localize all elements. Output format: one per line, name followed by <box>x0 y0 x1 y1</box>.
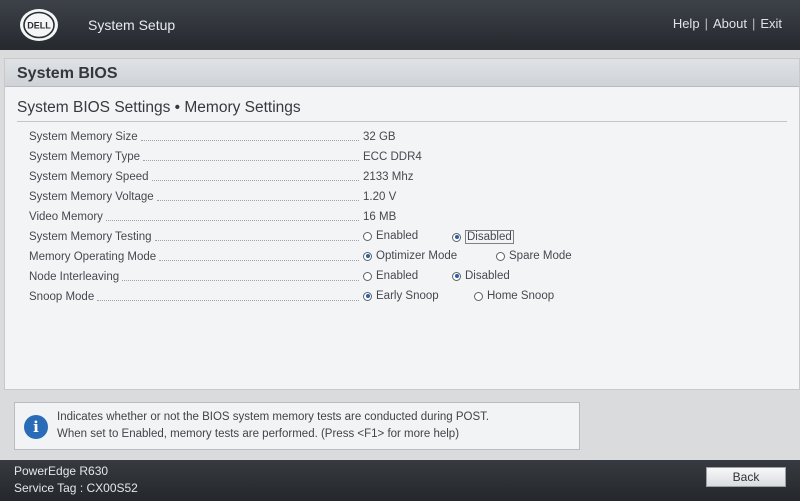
app-title: System Setup <box>88 17 176 33</box>
setting-label: System Memory Testing <box>29 231 152 243</box>
setting-label: System Memory Size <box>29 131 138 143</box>
radio-node-interleaving-disabled[interactable]: Disabled <box>452 270 510 282</box>
radio-node-interleaving-enabled[interactable]: Enabled <box>363 270 418 282</box>
row-memory-voltage: System Memory Voltage 1.20 V <box>5 189 799 209</box>
setting-value: 1.20 V <box>363 191 397 203</box>
radio-selected-icon <box>363 291 372 301</box>
setting-value: ECC DDR4 <box>363 151 422 163</box>
row-memory-size: System Memory Size 32 GB <box>5 129 799 149</box>
exit-link[interactable]: Exit <box>760 16 782 31</box>
panel-header: System BIOS <box>5 59 799 87</box>
service-tag: Service Tag : CX00S52 <box>14 481 138 495</box>
help-text-line-1: Indicates whether or not the BIOS system… <box>57 411 490 423</box>
radio-optimizer-mode[interactable]: Optimizer Mode <box>363 250 457 262</box>
radio-icon <box>474 291 483 301</box>
radio-label: Early Snoop <box>376 290 439 302</box>
radio-selected-icon <box>363 251 372 261</box>
setting-label: Node Interleaving <box>29 271 120 283</box>
setting-label: System Memory Speed <box>29 171 149 183</box>
section-divider <box>17 121 787 122</box>
dell-logo: DELL <box>20 9 58 41</box>
setting-value: 2133 Mhz <box>363 171 414 183</box>
radio-early-snoop[interactable]: Early Snoop <box>363 290 439 302</box>
radio-label: Spare Mode <box>509 250 572 262</box>
row-node-interleaving: Node Interleaving Enabled Disabled <box>5 269 799 289</box>
about-link[interactable]: About <box>713 16 747 31</box>
link-separator: | <box>751 16 756 31</box>
row-video-memory: Video Memory 16 MB <box>5 209 799 229</box>
row-snoop-mode: Snoop Mode Early Snoop Home Snoop <box>5 289 799 309</box>
link-separator: | <box>704 16 708 31</box>
row-memory-speed: System Memory Speed 2133 Mhz <box>5 169 799 189</box>
radio-label: Enabled <box>376 270 419 282</box>
radio-icon <box>363 231 372 241</box>
radio-home-snoop[interactable]: Home Snoop <box>474 290 554 302</box>
setting-label: Video Memory <box>29 211 103 223</box>
back-button[interactable]: Back <box>706 467 786 487</box>
row-memory-type: System Memory Type ECC DDR4 <box>5 149 799 169</box>
radio-selected-icon <box>452 232 461 242</box>
radio-label: Enabled <box>376 230 419 242</box>
help-link[interactable]: Help <box>673 16 700 31</box>
section-title: System BIOS Settings • Memory Settings <box>17 99 301 116</box>
radio-label: Disabled <box>465 270 510 282</box>
system-model: PowerEdge R630 <box>14 464 109 478</box>
setting-label: Memory Operating Mode <box>29 251 157 263</box>
setting-label: System Memory Voltage <box>29 191 154 203</box>
panel-title: System BIOS <box>17 65 118 82</box>
radio-memory-testing-enabled[interactable]: Enabled <box>363 230 418 242</box>
radio-icon <box>363 271 372 281</box>
top-bar: DELL System Setup Help | About | Exit <box>0 0 800 50</box>
setting-label: Snoop Mode <box>29 291 95 303</box>
radio-memory-testing-disabled[interactable]: Disabled <box>452 230 514 244</box>
help-box: i Indicates whether or not the BIOS syst… <box>14 402 580 450</box>
bottom-bar: PowerEdge R630 Service Tag : CX00S52 Bac… <box>0 460 800 501</box>
settings-panel: System BIOS System BIOS Settings • Memor… <box>4 58 800 390</box>
info-icon: i <box>24 415 48 439</box>
setting-label: System Memory Type <box>29 151 140 163</box>
radio-label: Home Snoop <box>487 290 555 302</box>
radio-label: Disabled <box>465 230 514 244</box>
radio-label: Optimizer Mode <box>376 250 458 262</box>
radio-icon <box>496 251 505 261</box>
row-memory-testing: System Memory Testing Enabled Disabled <box>5 229 799 249</box>
setting-value: 32 GB <box>363 131 396 143</box>
radio-spare-mode[interactable]: Spare Mode <box>496 250 572 262</box>
help-text-line-2: When set to Enabled, memory tests are pe… <box>57 428 460 440</box>
row-memory-operating-mode: Memory Operating Mode Optimizer Mode Spa… <box>5 249 799 269</box>
setting-value: 16 MB <box>363 211 397 223</box>
svg-text:DELL: DELL <box>27 21 51 31</box>
radio-selected-icon <box>452 271 461 281</box>
top-links: Help | About | Exit <box>673 16 782 31</box>
